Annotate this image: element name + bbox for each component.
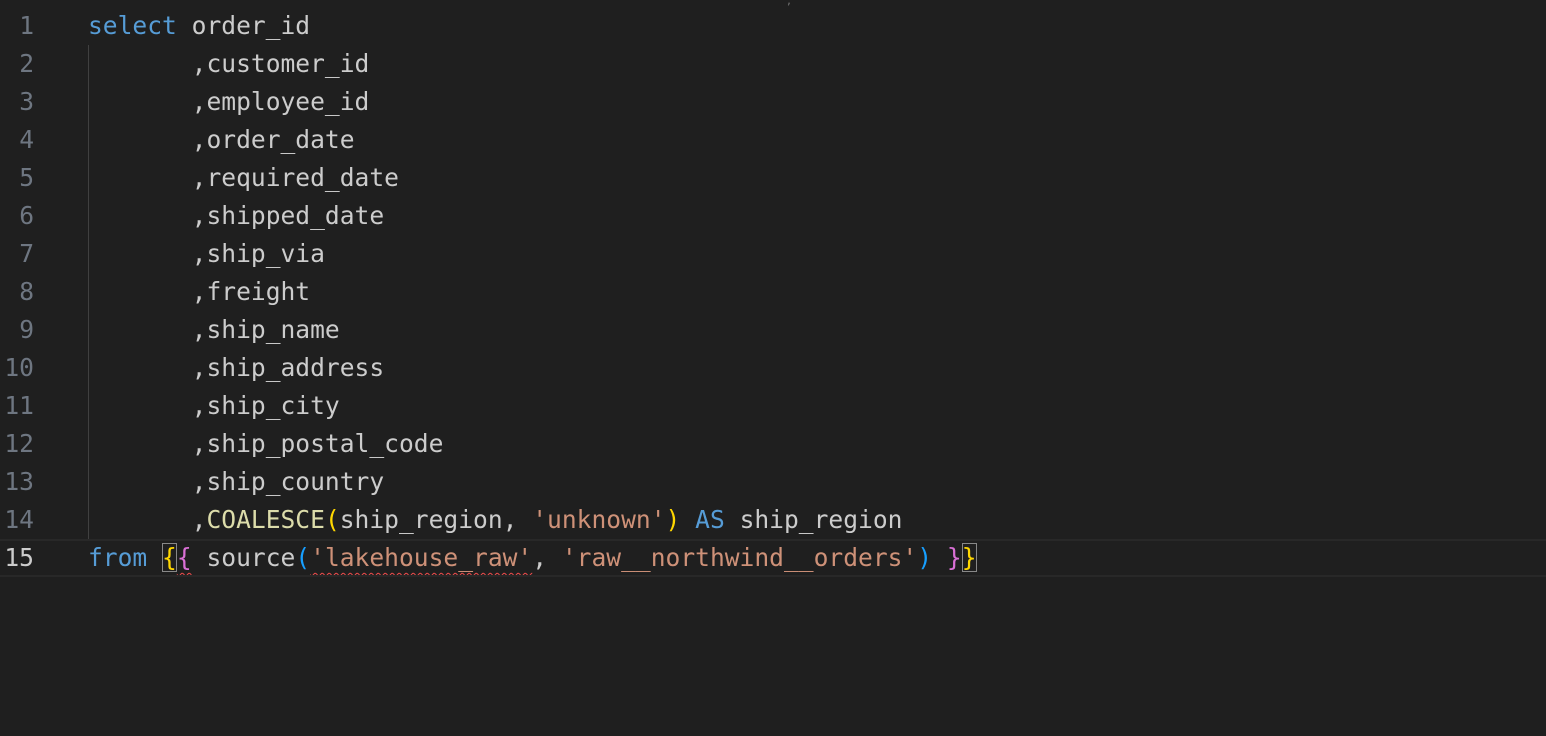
code-text: order_id xyxy=(176,11,311,40)
code-area[interactable]: select order_id ,customer_id ,employee_i… xyxy=(0,7,1546,577)
code-text: ,ship_via xyxy=(191,239,325,268)
line-number-active: 15 xyxy=(4,543,34,572)
code-line-7[interactable]: ,ship_via xyxy=(88,235,1546,273)
paren-open: ( xyxy=(295,543,311,572)
line-number: 10 xyxy=(4,353,34,382)
line-number: 7 xyxy=(19,239,34,268)
sql-keyword: select xyxy=(88,11,177,40)
line-number: 2 xyxy=(19,49,34,78)
brace-match-open: { xyxy=(162,543,177,572)
code-text: ,shipped_date xyxy=(191,201,385,230)
code-line-6[interactable]: ,shipped_date xyxy=(88,197,1546,235)
code-text: ,ship_city xyxy=(191,391,340,420)
brace-open-error: { xyxy=(176,543,192,572)
code-text: ship_region xyxy=(724,505,903,534)
string-literal: 'unknown' xyxy=(532,505,666,534)
code-line-11[interactable]: ,ship_city xyxy=(88,387,1546,425)
line-number-gutter[interactable]: 1 2 3 4 5 6 7 8 9 10 11 12 13 14 15 xyxy=(0,7,60,577)
sql-keyword: from xyxy=(88,543,148,572)
line-number: 12 xyxy=(4,429,34,458)
line-number: 11 xyxy=(4,391,34,420)
code-line-4[interactable]: ,order_date xyxy=(88,121,1546,159)
code-text: ,order_date xyxy=(191,125,355,154)
sql-keyword: AS xyxy=(695,505,725,534)
paren-close: ) xyxy=(665,505,681,534)
code-line-15-current[interactable]: from {{ source('lakehouse_raw', 'raw__no… xyxy=(0,539,1546,577)
line-number: 8 xyxy=(19,277,34,306)
line-number: 9 xyxy=(19,315,34,344)
code-line-1[interactable]: select order_id xyxy=(88,7,1546,45)
code-text: ,employee_id xyxy=(191,87,370,116)
code-text: , xyxy=(532,543,562,572)
code-text: ,ship_postal_code xyxy=(191,429,444,458)
paren-close: ) xyxy=(917,543,933,572)
line-number: 13 xyxy=(4,467,34,496)
code-line-13[interactable]: ,ship_country xyxy=(88,463,1546,501)
string-literal: 'raw__northwind__orders' xyxy=(561,543,918,572)
code-text: ,required_date xyxy=(191,163,399,192)
code-editor[interactable]: , 1 2 3 4 5 6 7 8 9 10 11 12 13 14 15 se… xyxy=(0,0,1546,736)
code-line-10[interactable]: ,ship_address xyxy=(88,349,1546,387)
line-number: 5 xyxy=(19,163,34,192)
code-line-14[interactable]: ,COALESCE(ship_region, 'unknown') AS shi… xyxy=(88,501,1546,539)
code-text: ,ship_address xyxy=(191,353,385,382)
line-number: 6 xyxy=(19,201,34,230)
line-number: 3 xyxy=(19,87,34,116)
code-text: ,freight xyxy=(191,277,311,306)
brace-match-close: } xyxy=(961,543,977,572)
code-text: ,ship_country xyxy=(191,467,385,496)
code-text: , xyxy=(191,505,207,534)
brace-close: } xyxy=(946,543,962,572)
string-literal-error: 'lakehouse_raw' xyxy=(310,543,533,572)
line-number: 4 xyxy=(19,125,34,154)
jinja-function: source xyxy=(206,543,296,572)
code-line-9[interactable]: ,ship_name xyxy=(88,311,1546,349)
code-line-3[interactable]: ,employee_id xyxy=(88,83,1546,121)
code-text: ,ship_name xyxy=(191,315,340,344)
code-line-2[interactable]: ,customer_id xyxy=(88,45,1546,83)
code-line-12[interactable]: ,ship_postal_code xyxy=(88,425,1546,463)
code-text: ship_region, xyxy=(339,505,533,534)
line-number: 1 xyxy=(19,11,34,40)
line-number: 14 xyxy=(4,505,34,534)
code-text: ,customer_id xyxy=(191,49,370,78)
paren-open: ( xyxy=(324,505,340,534)
code-line-8[interactable]: ,freight xyxy=(88,273,1546,311)
sql-function: COALESCE xyxy=(206,505,325,534)
code-line-5[interactable]: ,required_date xyxy=(88,159,1546,197)
scroll-marker: , xyxy=(786,0,793,7)
